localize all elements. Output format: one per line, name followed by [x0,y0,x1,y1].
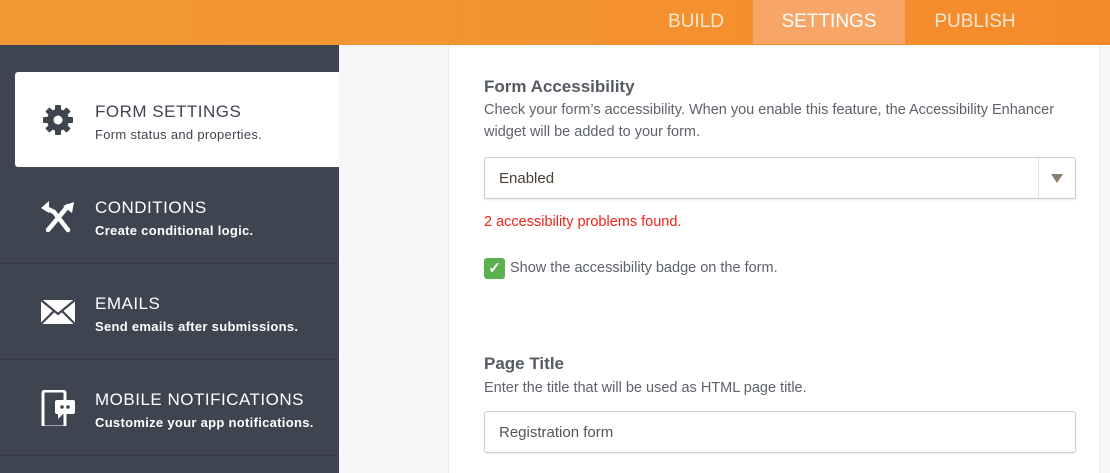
tab-build[interactable]: BUILD [640,0,752,44]
conditions-arrows-icon [41,201,74,233]
mobile-notification-icon [41,390,75,426]
accessibility-error: 2 accessibility problems found. [484,214,682,230]
check-icon: ✓ [488,260,501,277]
tab-settings[interactable]: SETTINGS [753,0,905,44]
sidebar-item-subtitle: Send emails after submissions. [95,319,299,334]
envelope-icon [40,299,76,325]
tab-publish[interactable]: PUBLISH [905,0,1045,44]
accessibility-badge-checkbox[interactable]: ✓ [484,258,505,279]
form-accessibility-heading: Form Accessibility [484,77,635,96]
sidebar-item-subtitle: Customize your app notifications. [95,415,314,430]
settings-panel: Form Accessibility Check your form’s acc… [448,45,1100,473]
sidebar-item-title: EMAILS [95,294,161,313]
sidebar-item-emails[interactable]: EMAILS Send emails after submissions. [0,264,339,360]
form-accessibility-description: Check your form’s accessibility. When yo… [484,102,1055,140]
accessibility-badge-label[interactable]: Show the accessibility badge on the form… [510,260,778,276]
sidebar-item-title: FORM SETTINGS [95,102,242,121]
sidebar-item-mobile-notifications[interactable]: MOBILE NOTIFICATIONS Customize your app … [0,360,339,456]
page-title-heading: Page Title [484,354,564,373]
top-nav-bar: BUILD SETTINGS PUBLISH [0,0,1110,45]
sidebar-item-subtitle: Form status and properties. [95,127,263,142]
sidebar-item-title: CONDITIONS [95,198,207,217]
sidebar-item-title: MOBILE NOTIFICATIONS [95,390,304,409]
chevron-down-icon[interactable] [1038,158,1075,198]
page-title-input[interactable]: Registration form [484,411,1076,453]
accessibility-select[interactable]: Enabled [484,157,1076,199]
settings-sidebar: FORM SETTINGS Form status and properties… [0,45,339,473]
accessibility-select-value: Enabled [499,170,555,187]
gear-icon [43,105,73,135]
sidebar-item-form-settings[interactable]: FORM SETTINGS Form status and properties… [15,72,339,167]
sidebar-item-subtitle: Create conditional logic. [95,223,254,238]
sidebar-item-conditions[interactable]: CONDITIONS Create conditional logic. [0,168,339,264]
page-title-description: Enter the title that will be used as HTM… [484,380,807,396]
